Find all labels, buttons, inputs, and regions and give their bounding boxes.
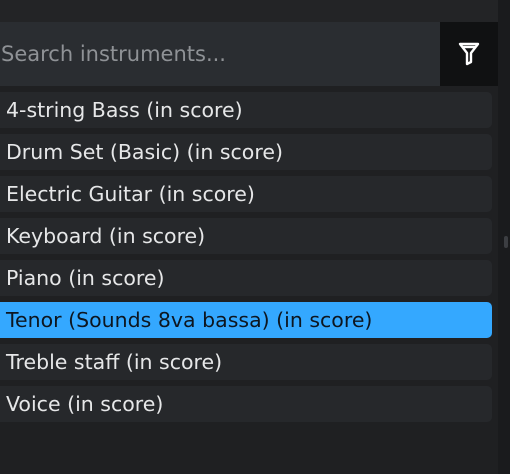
instrument-item[interactable]: Voice (in score) <box>0 386 492 422</box>
instrument-item[interactable]: 4-string Bass (in score) <box>0 92 492 128</box>
filter-icon <box>458 42 480 66</box>
instrument-label: Drum Set (Basic) (in score) <box>6 140 283 164</box>
instrument-item[interactable]: Drum Set (Basic) (in score) <box>0 134 492 170</box>
instrument-item[interactable]: Piano (in score) <box>0 260 492 296</box>
instrument-label: Treble staff (in score) <box>6 350 223 374</box>
header-strip <box>0 0 498 22</box>
instrument-label: Voice (in score) <box>6 392 164 416</box>
instrument-item[interactable]: Treble staff (in score) <box>0 344 492 380</box>
instrument-label: Tenor (Sounds 8va bassa) (in score) <box>6 308 373 332</box>
instrument-item[interactable]: Keyboard (in score) <box>0 218 492 254</box>
search-bar <box>0 22 498 86</box>
instrument-item-selected[interactable]: Tenor (Sounds 8va bassa) (in score) <box>0 302 492 338</box>
instrument-list: 4-string Bass (in score) Drum Set (Basic… <box>0 86 498 474</box>
panel-scrollbar[interactable] <box>498 0 510 474</box>
instrument-item[interactable]: Electric Guitar (in score) <box>0 176 492 212</box>
instrument-label: Electric Guitar (in score) <box>6 182 255 206</box>
instrument-picker-panel: 4-string Bass (in score) Drum Set (Basic… <box>0 0 510 474</box>
scrollbar-thumb[interactable] <box>504 236 508 248</box>
instrument-label: Piano (in score) <box>6 266 165 290</box>
instrument-label: 4-string Bass (in score) <box>6 98 243 122</box>
filter-button[interactable] <box>440 22 498 86</box>
instrument-label: Keyboard (in score) <box>6 224 206 248</box>
search-input[interactable] <box>0 22 440 86</box>
